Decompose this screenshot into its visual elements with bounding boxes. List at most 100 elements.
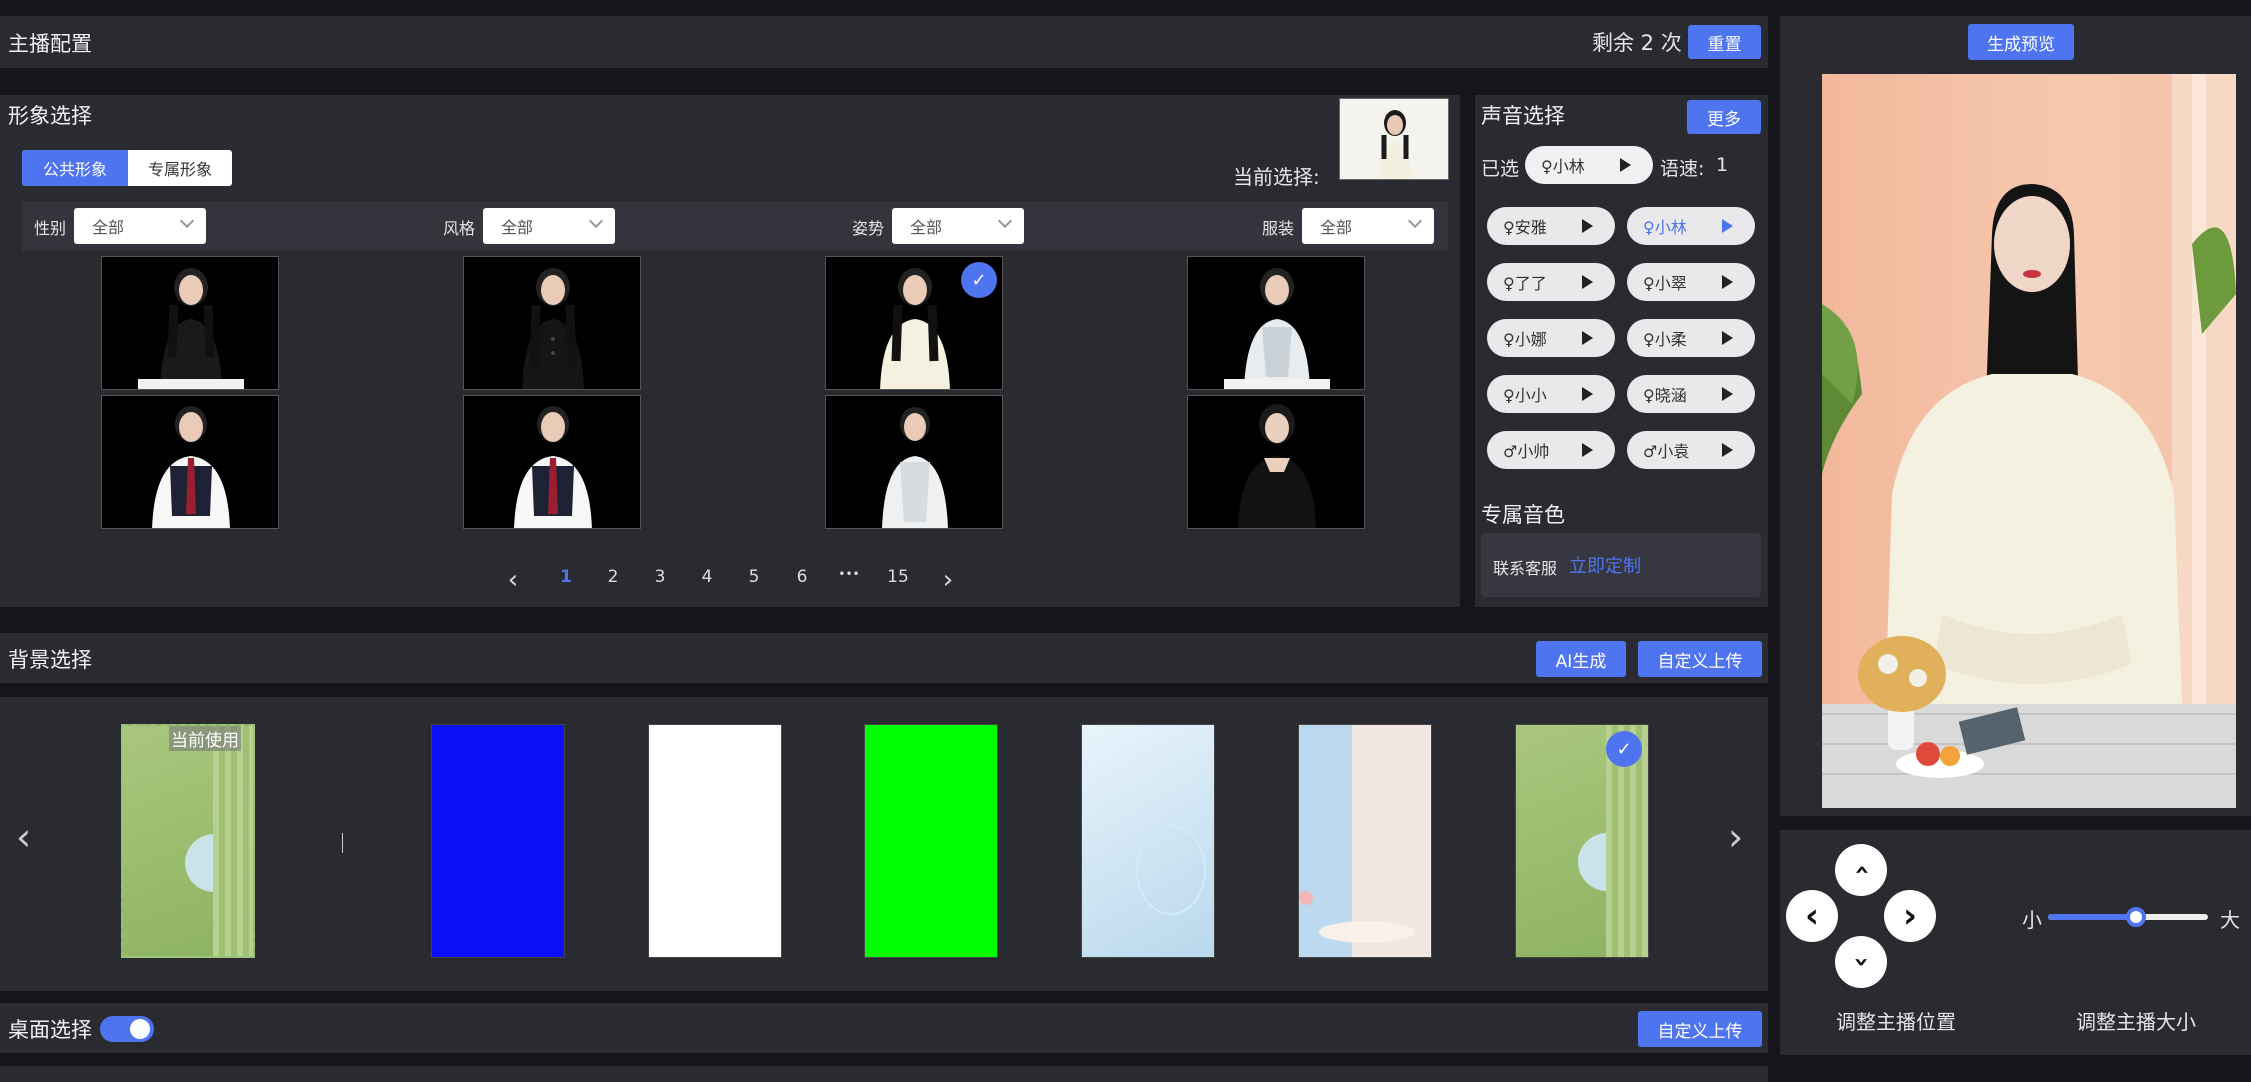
pagination-page[interactable]: 4: [692, 567, 722, 587]
filter-label-outfit: 服装: [1262, 219, 1295, 238]
move-left-button[interactable]: ‹: [1786, 890, 1838, 942]
selected-voice-name: ♀小林: [1541, 157, 1585, 176]
filter-bar: 性别 全部 风格 全部 姿势 全部 服装 全部: [22, 201, 1448, 251]
preview-panel: 生成预览: [1780, 16, 2251, 816]
preview-canvas: [1822, 74, 2236, 808]
filter-gender-value: 全部: [92, 218, 125, 237]
pagination-page[interactable]: 2: [598, 567, 628, 587]
play-icon: [1582, 331, 1593, 345]
background-graphic: [1299, 891, 1313, 905]
desk-toggle[interactable]: [100, 1016, 154, 1042]
background-option[interactable]: 当前使用: [121, 724, 255, 958]
position-label: 调整主播位置: [1836, 1010, 1956, 1034]
image-select-panel: 形象选择 公共形象 专属形象 当前选择: 性别 全部 风格 全部 姿势 全部 服…: [0, 95, 1460, 607]
speed-label: 语速:: [1660, 158, 1705, 180]
desk-upload-button[interactable]: 自定义上传: [1638, 1011, 1762, 1047]
avatar-portrait: [1378, 110, 1412, 179]
background-option[interactable]: [1081, 724, 1215, 958]
avatar-portrait: [1238, 404, 1316, 528]
avatar-thumb[interactable]: [101, 256, 279, 390]
voice-option[interactable]: ♂小袁: [1627, 431, 1755, 469]
pagination-page[interactable]: 15: [883, 567, 913, 587]
pagination-next[interactable]: ›: [933, 565, 963, 595]
filter-pose-select[interactable]: 全部: [892, 208, 1024, 244]
voice-option[interactable]: ♀小小: [1487, 375, 1615, 413]
pagination-ellipsis[interactable]: •••: [834, 567, 864, 581]
avatar-thumb[interactable]: [463, 256, 641, 390]
ai-generate-button[interactable]: AI生成: [1536, 641, 1626, 677]
filter-label-style: 风格: [443, 219, 476, 238]
play-icon: [1582, 275, 1593, 289]
size-label: 调整主播大小: [2076, 1010, 2196, 1034]
selected-check-icon: ✓: [961, 262, 997, 298]
selected-voice-pill[interactable]: ♀小林: [1525, 146, 1653, 184]
slider-handle[interactable]: [2126, 907, 2146, 927]
voice-name: ♀安雅: [1503, 218, 1547, 237]
filter-label-gender: 性别: [34, 219, 67, 238]
voice-name: ♀小林: [1643, 218, 1687, 237]
filter-gender-select[interactable]: 全部: [74, 208, 206, 244]
toggle-knob: [130, 1019, 150, 1039]
desk-header: 桌面选择 自定义上传: [0, 1003, 1768, 1053]
voice-option[interactable]: ♀晓涵: [1627, 375, 1755, 413]
background-graphic: [1136, 825, 1206, 915]
avatar-portrait: [882, 407, 948, 528]
avatar-thumb[interactable]: [825, 395, 1003, 529]
avatar-thumb[interactable]: [1187, 395, 1365, 529]
background-option[interactable]: [1298, 724, 1432, 958]
move-right-button[interactable]: ›: [1884, 890, 1936, 942]
carousel-next-icon[interactable]: ›: [1728, 815, 1743, 859]
voice-name: ♀小娜: [1503, 330, 1547, 349]
voice-option[interactable]: ♀安雅: [1487, 207, 1615, 245]
slider-fill: [2048, 914, 2136, 920]
play-icon: [1582, 219, 1593, 233]
pagination-prev[interactable]: ‹: [498, 565, 528, 595]
avatar-portrait: [514, 406, 592, 528]
reset-button[interactable]: 重置: [1688, 25, 1761, 59]
filter-style-select[interactable]: 全部: [483, 208, 615, 244]
exclusive-voice-title: 专属音色: [1481, 503, 1565, 527]
pagination-page[interactable]: 1: [551, 567, 581, 587]
config-title: 主播配置: [8, 32, 92, 56]
speed-value: 1: [1716, 154, 1729, 176]
background-option[interactable]: [431, 724, 565, 958]
voice-name: ♀小柔: [1643, 330, 1687, 349]
background-option[interactable]: [648, 724, 782, 958]
voice-option[interactable]: ♀小翠: [1627, 263, 1755, 301]
filter-outfit-select[interactable]: 全部: [1302, 208, 1434, 244]
current-selection-thumb: [1339, 98, 1449, 180]
avatar-thumb[interactable]: ✓: [825, 256, 1003, 390]
voice-option[interactable]: ♀小柔: [1627, 319, 1755, 357]
chevron-left-icon: ‹: [1804, 896, 1819, 936]
voice-option[interactable]: ♂小帅: [1487, 431, 1615, 469]
pagination-page[interactable]: 3: [645, 567, 675, 587]
move-down-button[interactable]: ›: [1835, 936, 1887, 988]
avatar-portrait: [152, 406, 230, 528]
voice-option[interactable]: ♀小娜: [1487, 319, 1615, 357]
custom-voice-link[interactable]: 立即定制: [1569, 552, 1641, 578]
voice-name: ♂小帅: [1503, 442, 1550, 461]
more-voices-button[interactable]: 更多: [1687, 100, 1761, 134]
filter-label-pose: 姿势: [852, 219, 885, 238]
carousel-prev-icon[interactable]: ‹: [16, 815, 31, 859]
voice-option[interactable]: ♀了了: [1487, 263, 1615, 301]
filter-pose-value: 全部: [910, 218, 943, 237]
background-upload-button[interactable]: 自定义上传: [1638, 641, 1762, 677]
avatar-thumb[interactable]: [101, 395, 279, 529]
size-max-label: 大: [2220, 908, 2240, 932]
chevron-down-icon: [997, 213, 1013, 229]
image-select-title: 形象选择: [8, 104, 92, 128]
generate-preview-button[interactable]: 生成预览: [1968, 24, 2074, 60]
voice-option[interactable]: ♀小林: [1627, 207, 1755, 245]
tab-public[interactable]: 公共形象: [22, 150, 128, 186]
avatar-thumb[interactable]: [1187, 256, 1365, 390]
background-option[interactable]: ✓: [1515, 724, 1649, 958]
size-slider[interactable]: [2048, 907, 2208, 927]
avatar-thumb[interactable]: [463, 395, 641, 529]
play-icon: [1582, 387, 1593, 401]
tab-exclusive[interactable]: 专属形象: [128, 150, 232, 186]
pagination-page[interactable]: 5: [739, 567, 769, 587]
background-option[interactable]: [864, 724, 998, 958]
move-up-button[interactable]: ›: [1835, 844, 1887, 896]
pagination-page[interactable]: 6: [787, 567, 817, 587]
